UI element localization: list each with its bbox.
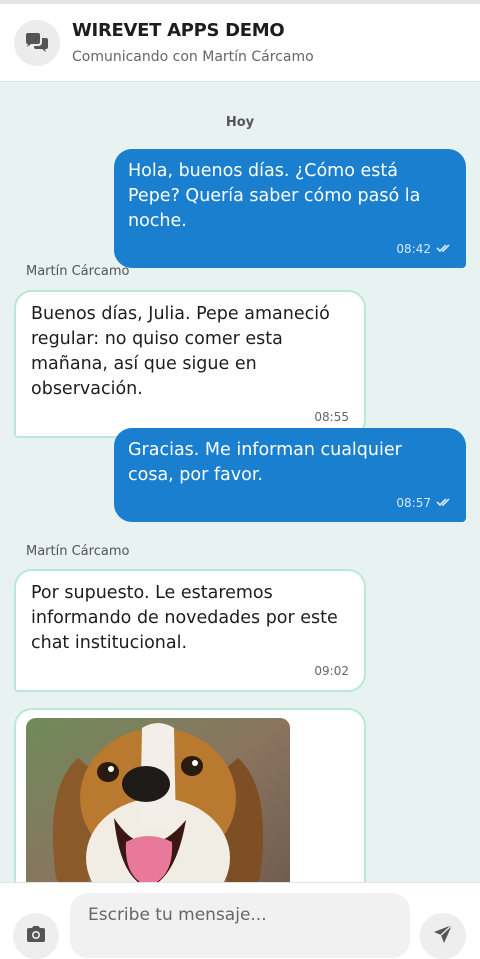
- message-time: 08:57: [396, 496, 431, 510]
- send-button[interactable]: [420, 913, 466, 959]
- day-separator: Hoy: [225, 115, 255, 130]
- camera-icon: [25, 925, 47, 947]
- message-composer: [0, 882, 480, 959]
- send-icon: [432, 923, 454, 949]
- message-time: 08:42: [396, 242, 431, 256]
- chat-header: WIREVET APPS DEMO Comunicando con Martín…: [0, 4, 480, 82]
- message-input[interactable]: [70, 893, 410, 958]
- double-check-icon: [436, 496, 452, 510]
- outgoing-message[interactable]: Hola, buenos días. ¿Cómo está Pepe? Quer…: [114, 149, 466, 268]
- message-time: 08:55: [314, 410, 349, 424]
- outgoing-message[interactable]: Gracias. Me informan cualquier cosa, por…: [114, 428, 466, 522]
- message-list[interactable]: Hoy Hola, buenos días. ¿Cómo está Pepe? …: [0, 83, 480, 882]
- incoming-message[interactable]: Buenos días, Julia. Pepe amaneció regula…: [14, 290, 366, 438]
- double-check-icon: [436, 242, 452, 256]
- chat-subtitle: Comunicando con Martín Cárcamo: [72, 49, 314, 65]
- beagle-dog-photo[interactable]: [26, 718, 290, 882]
- sender-name: Martín Cárcamo: [26, 544, 130, 559]
- message-text: Por supuesto. Le estaremos informando de…: [31, 583, 338, 653]
- message-text: Buenos días, Julia. Pepe amaneció regula…: [31, 304, 330, 399]
- app-title: WIREVET APPS DEMO: [72, 20, 285, 41]
- chat-bubbles-icon: [14, 19, 60, 66]
- camera-button[interactable]: [13, 913, 59, 959]
- message-time: 09:02: [314, 664, 349, 678]
- message-text: Hola, buenos días. ¿Cómo está Pepe? Quer…: [128, 161, 421, 231]
- message-text: Gracias. Me informan cualquier cosa, por…: [128, 440, 402, 485]
- incoming-message[interactable]: Por supuesto. Le estaremos informando de…: [14, 569, 366, 692]
- incoming-image-message[interactable]: [14, 708, 366, 882]
- sender-name: Martín Cárcamo: [26, 264, 130, 279]
